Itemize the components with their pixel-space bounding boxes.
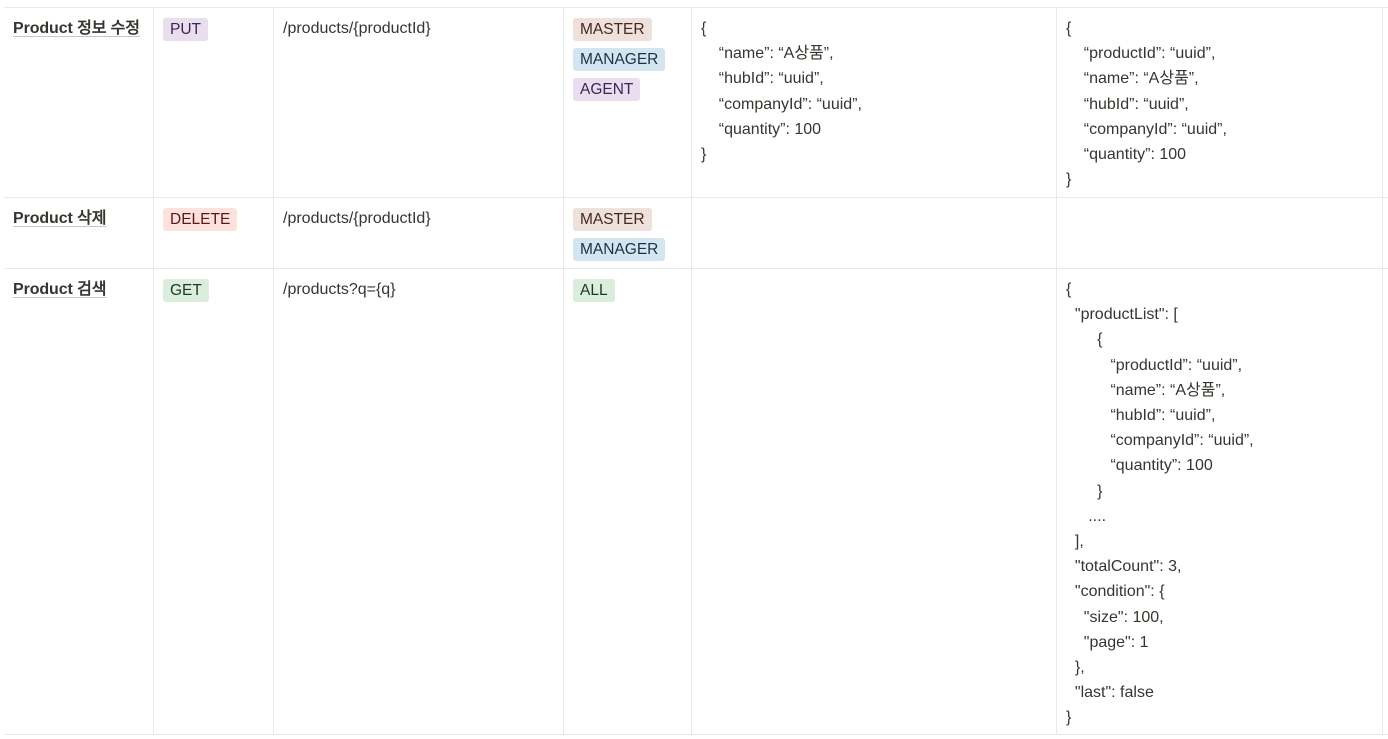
request-body: { “name”: “A상품”, “hubId”: “uuid”, “compa… bbox=[701, 20, 862, 164]
roles-cell[interactable]: MASTER MANAGER AGENT bbox=[564, 8, 692, 197]
endpoint-name[interactable]: Product 정보 수정 bbox=[13, 20, 140, 37]
extra-cell bbox=[1383, 269, 1388, 734]
request-body-cell[interactable]: { “name”: “A상품”, “hubId”: “uuid”, “compa… bbox=[692, 8, 1057, 197]
method-cell[interactable]: PUT bbox=[154, 8, 274, 197]
role-tag-master: MASTER bbox=[573, 208, 652, 231]
endpoint-name-cell[interactable]: Product 정보 수정 bbox=[4, 8, 154, 197]
table-row: Product 삭제 DELETE /products/{productId} … bbox=[4, 198, 1388, 269]
response-body-cell[interactable]: { “productId”: “uuid”, “name”: “A상품”, “h… bbox=[1057, 8, 1383, 197]
role-tag-all: ALL bbox=[573, 279, 615, 302]
method-cell[interactable]: GET bbox=[154, 269, 274, 734]
response-body: { "productList": [ { “productId”: “uuid”… bbox=[1066, 281, 1254, 727]
response-body-cell[interactable] bbox=[1057, 198, 1383, 268]
extra-cell bbox=[1383, 8, 1388, 197]
endpoint-path: /products/{productId} bbox=[283, 20, 431, 37]
endpoint-path: /products/{productId} bbox=[283, 210, 431, 227]
path-cell[interactable]: /products/{productId} bbox=[274, 198, 564, 268]
method-tag-get: GET bbox=[163, 279, 209, 302]
roles-cell[interactable]: ALL bbox=[564, 269, 692, 734]
role-tag-manager: MANAGER bbox=[573, 48, 666, 71]
extra-cell bbox=[1383, 198, 1388, 268]
path-cell[interactable]: /products?q={q} bbox=[274, 269, 564, 734]
endpoint-name-cell[interactable]: Product 삭제 bbox=[4, 198, 154, 268]
method-cell[interactable]: DELETE bbox=[154, 198, 274, 268]
request-body-cell[interactable] bbox=[692, 198, 1057, 268]
method-tag-put: PUT bbox=[163, 18, 208, 41]
endpoint-path: /products?q={q} bbox=[283, 281, 396, 298]
request-body-cell[interactable] bbox=[692, 269, 1057, 734]
endpoint-name[interactable]: Product 검색 bbox=[13, 281, 106, 298]
table-row: Product 검색 GET /products?q={q} ALL { "pr… bbox=[4, 269, 1388, 735]
api-spec-table: Product 정보 수정 PUT /products/{productId} … bbox=[4, 7, 1388, 735]
roles-cell[interactable]: MASTER MANAGER bbox=[564, 198, 692, 268]
response-body-cell[interactable]: { "productList": [ { “productId”: “uuid”… bbox=[1057, 269, 1383, 734]
role-tag-manager: MANAGER bbox=[573, 238, 666, 261]
response-body: { “productId”: “uuid”, “name”: “A상품”, “h… bbox=[1066, 20, 1227, 189]
path-cell[interactable]: /products/{productId} bbox=[274, 8, 564, 197]
endpoint-name[interactable]: Product 삭제 bbox=[13, 210, 106, 227]
endpoint-name-cell[interactable]: Product 검색 bbox=[4, 269, 154, 734]
role-tag-agent: AGENT bbox=[573, 78, 641, 101]
role-tag-master: MASTER bbox=[573, 18, 652, 41]
method-tag-delete: DELETE bbox=[163, 208, 238, 231]
table-row: Product 정보 수정 PUT /products/{productId} … bbox=[4, 8, 1388, 198]
